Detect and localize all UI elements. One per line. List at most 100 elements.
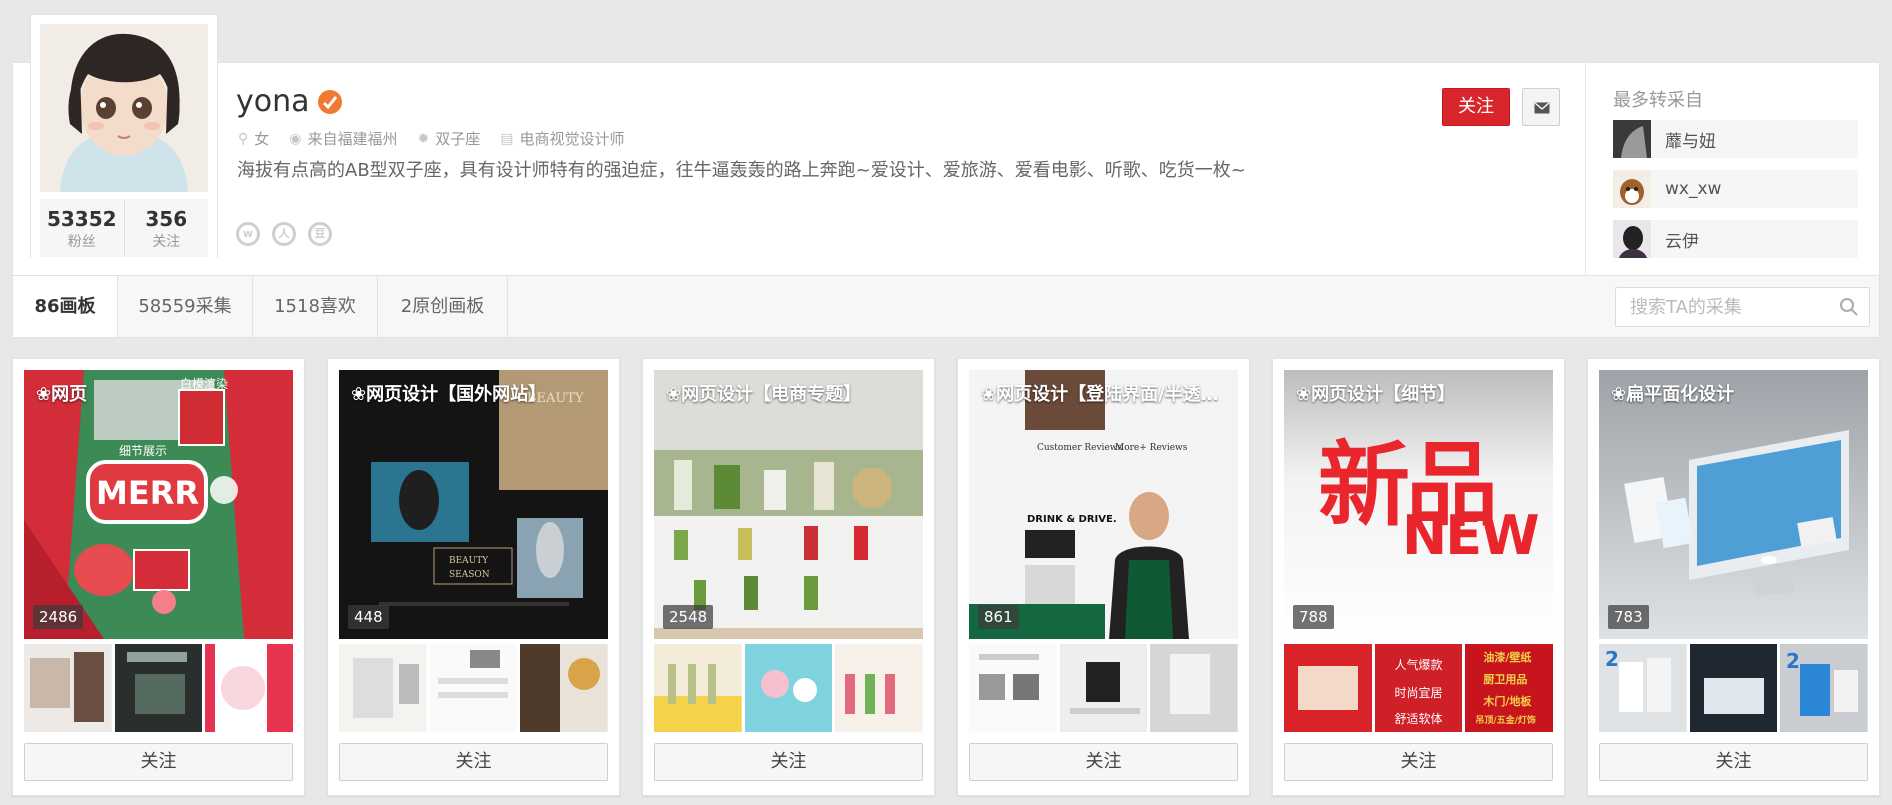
follow-board-button[interactable]: 关注 — [24, 743, 293, 781]
thumbnail[interactable] — [969, 644, 1057, 732]
boards-grid: 白模渲染 细节展示 MERR ❀网页 2486 关注 BEAUTY BEAUTY… — [12, 358, 1880, 805]
tab-likes[interactable]: 1518喜欢 — [253, 276, 378, 337]
gender-text: 女 — [254, 130, 270, 148]
job-text: 电商视觉设计师 — [519, 130, 625, 148]
follow-board-button[interactable]: 关注 — [1284, 743, 1553, 781]
thumbnail[interactable] — [835, 644, 924, 732]
cover-caption: MERR — [96, 474, 199, 512]
board-thumbnails — [339, 644, 609, 732]
renren-icon[interactable]: 人 — [272, 222, 296, 246]
social-links: w 人 豆 — [236, 222, 332, 246]
followers-label: 粉丝 — [67, 234, 96, 250]
follow-board-button[interactable]: 关注 — [339, 743, 608, 781]
board-thumbnails — [24, 644, 294, 732]
followers-count: 53352 — [46, 207, 117, 231]
thumb-label: 厨卫用品 — [1483, 673, 1528, 686]
board-cover[interactable]: 白模渲染 细节展示 MERR ❀网页 2486 — [24, 370, 293, 639]
board-card[interactable]: Customer Reviews More+ Reviews DRINK & D… — [957, 358, 1250, 796]
board-title: ❀扁平面化设计 — [1611, 384, 1735, 405]
thumb-label: 木门/地板 — [1483, 695, 1532, 708]
board-cover[interactable]: ❀扁平面化设计 783 — [1599, 370, 1868, 639]
top-sources-title: 最多转采自 — [1613, 90, 1703, 111]
weibo-icon[interactable]: w — [236, 222, 260, 246]
follow-user-button[interactable]: 关注 — [1442, 88, 1510, 126]
board-title: ❀网页设计【细节】 — [1296, 384, 1456, 405]
verified-badge-icon — [318, 90, 342, 114]
svg-text:2: 2 — [1786, 649, 1800, 673]
gender-icon: ⚲ — [238, 130, 249, 147]
followers-stat[interactable]: 53352 粉丝 — [40, 199, 124, 257]
thumbnail[interactable]: 人气爆款 时尚宜居 舒适软体 — [1374, 644, 1463, 732]
source-name: 蘼与妞 — [1665, 131, 1716, 152]
search-icon[interactable] — [1839, 297, 1859, 317]
tab-boards[interactable]: 86画板 — [13, 276, 118, 337]
board-cover[interactable]: ❀网页设计【电商专题】 2548 — [654, 370, 923, 639]
follow-board-button[interactable]: 关注 — [1599, 743, 1868, 781]
source-item[interactable]: 云伊 — [1613, 220, 1858, 258]
message-button[interactable] — [1522, 88, 1560, 126]
profile-meta: ⚲ 女 ◉ 来自福建福州 ✹ 双子座 ▤ 电商视觉设计师 — [238, 128, 625, 149]
thumbnail[interactable] — [1689, 644, 1778, 732]
board-title: ❀网页设计【登陆界面/半透明… — [981, 384, 1229, 405]
top-sources-panel: 最多转采自 蘼与妞 wx_xw 云伊 — [1585, 62, 1880, 276]
thumbnail[interactable] — [24, 644, 112, 732]
tab-pins[interactable]: 58559采集 — [118, 276, 253, 337]
board-card[interactable]: BEAUTY BEAUTY SEASON ❀网页设计【国外网站】 448 关注 — [327, 358, 620, 796]
source-avatar — [1613, 170, 1651, 208]
cover-caption: SEASON — [449, 570, 490, 580]
board-card[interactable]: 新品 NEW ❀网页设计【细节】 788 人气爆款 时尚宜居 舒适软体 油漆/壁… — [1272, 358, 1565, 796]
source-name: wx_xw — [1665, 179, 1722, 199]
following-count: 356 — [145, 207, 188, 231]
avatar[interactable] — [40, 24, 208, 192]
user-name: yona — [236, 84, 310, 119]
board-cover[interactable]: Customer Reviews More+ Reviews DRINK & D… — [969, 370, 1238, 639]
thumbnail[interactable]: 油漆/壁纸 厨卫用品 木门/地板 吊顶/五金/灯饰 — [1465, 644, 1554, 732]
pin-count: 788 — [1293, 605, 1334, 629]
pin-count: 2486 — [33, 605, 84, 629]
board-cover[interactable]: BEAUTY BEAUTY SEASON ❀网页设计【国外网站】 448 — [339, 370, 608, 639]
svg-text:2: 2 — [1605, 647, 1619, 671]
thumbnail[interactable] — [1059, 644, 1148, 732]
douban-icon[interactable]: 豆 — [308, 222, 332, 246]
thumbnail[interactable] — [429, 644, 518, 732]
search-input[interactable] — [1616, 288, 1826, 326]
tab-original-boards[interactable]: 2原创画板 — [378, 276, 508, 337]
thumb-label: 时尚宜居 — [1394, 686, 1443, 700]
board-card[interactable]: 白模渲染 细节展示 MERR ❀网页 2486 关注 — [12, 358, 305, 796]
board-title: ❀网页 — [36, 384, 88, 405]
source-item[interactable]: wx_xw — [1613, 170, 1858, 208]
cover-new-text: NEW — [1402, 504, 1540, 567]
board-card[interactable]: ❀网页设计【电商专题】 2548 关注 — [642, 358, 935, 796]
follow-board-button[interactable]: 关注 — [654, 743, 923, 781]
cover-caption: More+ Reviews — [1115, 443, 1188, 453]
following-stat[interactable]: 356 关注 — [123, 199, 209, 257]
follow-board-button[interactable]: 关注 — [969, 743, 1238, 781]
zodiac-text: 双子座 — [435, 130, 481, 148]
thumbnail[interactable] — [114, 644, 203, 732]
location-icon: ◉ — [289, 130, 302, 147]
board-thumbnails: 2 2 — [1599, 644, 1869, 732]
thumbnail[interactable]: 2 — [1599, 644, 1687, 732]
cover-caption: Customer Reviews — [1037, 443, 1122, 453]
thumbnail[interactable] — [1150, 644, 1239, 732]
thumb-label: 舒适软体 — [1394, 712, 1443, 726]
source-name: 云伊 — [1665, 231, 1699, 252]
thumbnail[interactable] — [654, 644, 742, 732]
thumb-label: 吊顶/五金/灯饰 — [1475, 716, 1536, 726]
pin-count: 783 — [1608, 605, 1649, 629]
board-cover[interactable]: 新品 NEW ❀网页设计【细节】 788 — [1284, 370, 1553, 639]
board-title: ❀网页设计【电商专题】 — [666, 384, 862, 405]
board-title: ❀网页设计【国外网站】 — [351, 384, 547, 405]
following-label: 关注 — [152, 234, 181, 250]
thumbnail[interactable] — [1284, 644, 1372, 732]
source-avatar — [1613, 120, 1651, 158]
thumbnail[interactable]: 2 — [1780, 644, 1869, 732]
source-item[interactable]: 蘼与妞 — [1613, 120, 1858, 158]
board-thumbnails — [969, 644, 1239, 732]
thumbnail[interactable] — [744, 644, 833, 732]
thumbnail[interactable] — [520, 644, 609, 732]
thumbnail[interactable] — [339, 644, 427, 732]
board-card[interactable]: ❀扁平面化设计 783 2 2 关注 — [1587, 358, 1880, 796]
thumbnail[interactable] — [205, 644, 294, 732]
board-thumbnails — [654, 644, 924, 732]
